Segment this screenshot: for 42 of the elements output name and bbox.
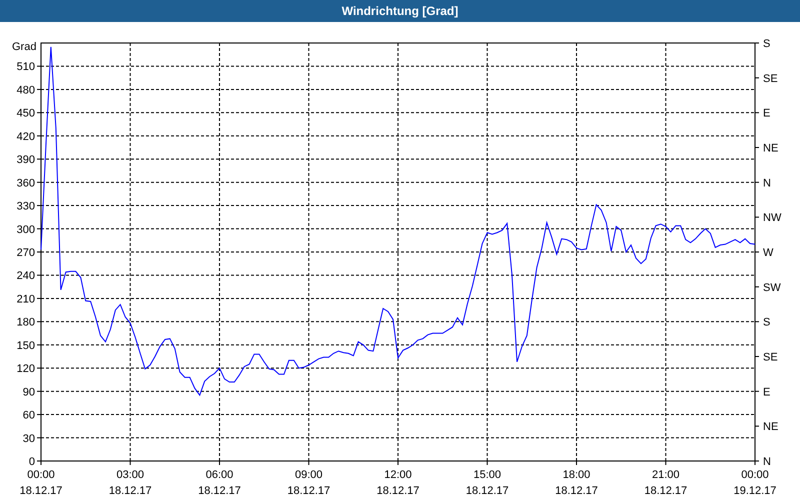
axis-tick-label: 270 [16, 247, 35, 259]
axis-tick-label: SE [763, 352, 778, 364]
axis-tick-label: NW [763, 212, 782, 224]
axis-tick-label: 30 [22, 432, 35, 445]
axis-tick-label: 150 [16, 340, 35, 352]
axis-tick-label: 180 [16, 316, 35, 329]
axis-tick-label: SE [763, 72, 778, 85]
axis-tick-label: 00:00 19.12.17 [734, 469, 776, 497]
axis-tick-label: 03:00 18.12.17 [108, 469, 152, 497]
axis-tick-label: 06:00 18.12.17 [198, 469, 241, 497]
axis-tick-label: 60 [22, 410, 35, 422]
axis-tick-label: 240 [16, 270, 35, 282]
axis-tick-label: N [763, 456, 771, 468]
axis-tick-label: 210 [16, 293, 35, 306]
axis-tick-label: SW [763, 282, 781, 294]
axis-tick-label: 21:00 18.12.17 [644, 469, 688, 497]
axis-tick-label: NE [763, 142, 778, 154]
axis-tick-label: E [763, 386, 770, 398]
axis-tick-label: 0 [28, 456, 35, 468]
axis-title: Grad [12, 41, 36, 53]
axis-tick-label: 18:00 18.12.17 [555, 469, 598, 497]
axis-tick-label: 510 [16, 61, 35, 74]
axis-tick-label: E [763, 108, 770, 120]
window-title: Windrichtung [Grad] [342, 4, 458, 18]
axis-tick-label: S [763, 316, 770, 329]
axis-tick-label: 12:00 18.12.17 [376, 469, 420, 497]
axis-tick-label: 300 [16, 224, 35, 236]
axis-tick-label: 120 [16, 363, 35, 376]
axis-tick-label: 450 [16, 108, 35, 120]
axis-tick-label: NE [763, 421, 778, 434]
axis-tick-label: 330 [16, 200, 35, 213]
axis-tick-label: 360 [16, 177, 35, 190]
axis-tick-label: W [763, 247, 774, 259]
axis-tick-label: S [763, 38, 770, 50]
axis-tick-label: 480 [16, 84, 35, 96]
axis-tick-label: 15:00 18.12.17 [466, 469, 509, 497]
axis-tick-label: 09:00 18.12.17 [287, 469, 330, 497]
axis-tick-label: N [763, 177, 771, 190]
axis-tick-label: 90 [22, 386, 35, 398]
axis-tick-label: 420 [16, 130, 35, 143]
axis-tick-label: 00:00 18.12.17 [20, 469, 62, 497]
axis-tick-label: 390 [16, 154, 35, 166]
